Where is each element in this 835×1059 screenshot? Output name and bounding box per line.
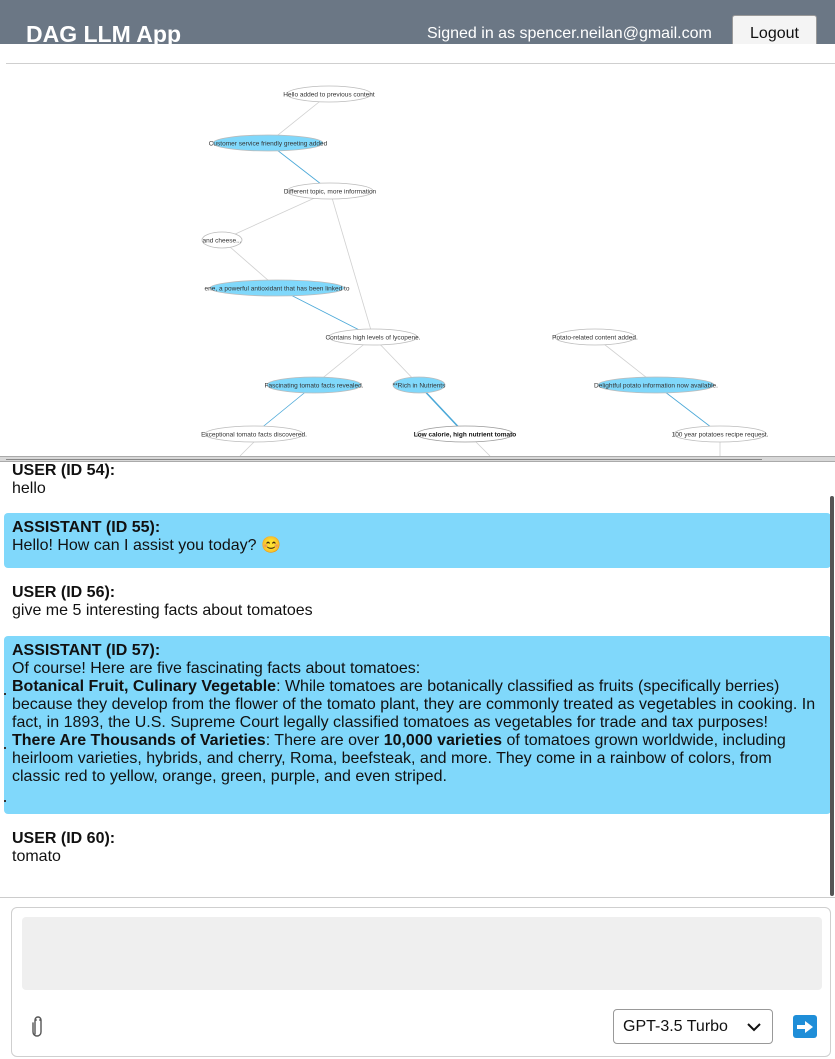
fact-item: There Are Thousands of Varieties: There …: [12, 732, 823, 786]
message-composer: GPT-3.5 Turbo: [11, 907, 831, 1057]
graph-node-label: Potato-related content added.: [552, 334, 638, 341]
message-input[interactable]: [22, 917, 822, 990]
graph-node-label: Fascinating tomato facts revealed.: [265, 382, 364, 389]
fact-body: : There are over: [265, 732, 384, 749]
arrow-right-icon: [797, 1020, 813, 1033]
chevron-down-icon: [747, 1023, 761, 1032]
graph-node-label: ene, a powerful antioxidant that has bee…: [205, 285, 350, 292]
message-content: Hello! How can I assist you today? 😊: [12, 537, 281, 554]
chat-divider: [0, 897, 835, 898]
message-assistant: ASSISTANT (ID 55): Hello! How can I assi…: [4, 513, 831, 568]
message-role: ASSISTANT (ID 57):: [12, 642, 161, 659]
graph-nodes: Hello added to previous content Customer …: [201, 85, 769, 443]
graph-node[interactable]: Customer service friendly greeting added: [209, 134, 328, 152]
list-marker: [4, 693, 6, 695]
message-role: USER (ID 54):: [12, 462, 116, 479]
graph-node[interactable]: Hello added to previous content: [283, 85, 375, 103]
graph-node[interactable]: 100 year potatoes recipe request.: [672, 425, 769, 443]
fact-title: Botanical Fruit, Culinary Vegetable: [12, 678, 277, 695]
graph-node[interactable]: Potato-related content added.: [552, 328, 638, 346]
graph-node[interactable]: Contains high levels of lycopene.: [325, 328, 421, 346]
graph-node[interactable]: and cheese...: [201, 231, 243, 249]
fact-item: Botanical Fruit, Culinary Vegetable: Whi…: [12, 678, 823, 732]
message-content: hello: [12, 480, 46, 497]
list-marker: [4, 800, 6, 802]
graph-node[interactable]: Exceptional tomato facts discovered.: [201, 425, 307, 443]
graph-node-label: Contains high levels of lycopene.: [325, 334, 420, 341]
message-content: tomato: [12, 848, 61, 865]
graph-edge: [329, 190, 374, 338]
model-select-value: GPT-3.5 Turbo: [623, 1017, 728, 1035]
paperclip-icon[interactable]: [29, 1014, 47, 1040]
graph-node[interactable]: Fascinating tomato facts revealed.: [265, 376, 364, 394]
graph-node-label: 100 year potatoes recipe request.: [672, 431, 769, 438]
splitter-grip[interactable]: [6, 459, 762, 460]
graph-node-label: Exceptional tomato facts discovered.: [201, 431, 307, 438]
message-user: USER (ID 54): hello: [4, 462, 831, 504]
dag-graph-panel[interactable]: Hello added to previous content Customer …: [0, 44, 835, 458]
graph-node-label: **Rich in Nutrients: [393, 382, 446, 389]
graph-node[interactable]: Delightful potato information now availa…: [594, 376, 718, 394]
message-intro: Of course! Here are five fascinating fac…: [12, 660, 421, 677]
fact-highlight: 10,000 varieties: [383, 732, 503, 749]
graph-node-label: and cheese...: [202, 237, 241, 244]
graph-node-label: Hello added to previous content: [283, 91, 375, 98]
model-select[interactable]: GPT-3.5 Turbo: [613, 1009, 773, 1044]
signed-in-text: Signed in as spencer.neilan@gmail.com: [427, 25, 712, 42]
graph-node-label: Customer service friendly greeting added: [209, 140, 328, 147]
fact-title: There Are Thousands of Varieties: [12, 732, 266, 749]
chat-scrollbar[interactable]: [830, 496, 834, 896]
graph-node[interactable]: Different topic, more information: [284, 182, 377, 200]
graph-node[interactable]: ene, a powerful antioxidant that has bee…: [205, 279, 350, 297]
chat-history[interactable]: USER (ID 54): hello ASSISTANT (ID 55): H…: [0, 462, 835, 898]
dag-graph[interactable]: Hello added to previous content Customer …: [0, 44, 835, 456]
message-role: USER (ID 56):: [12, 584, 116, 601]
message-content: give me 5 interesting facts about tomato…: [12, 602, 313, 619]
graph-node-label: Different topic, more information: [284, 188, 377, 195]
graph-node-label: Low calorie, high nutrient tomato: [414, 431, 517, 438]
message-user: USER (ID 60): tomato: [4, 824, 831, 872]
app-header: DAG LLM App Signed in as spencer.neilan@…: [0, 0, 835, 53]
message-role: USER (ID 60):: [12, 830, 116, 847]
send-button[interactable]: [793, 1015, 817, 1038]
graph-node[interactable]: **Rich in Nutrients: [392, 376, 446, 394]
graph-edge: [475, 441, 491, 456]
message-role: ASSISTANT (ID 55):: [12, 519, 161, 536]
message-user: USER (ID 56): give me 5 interesting fact…: [4, 578, 831, 626]
graph-node-label: Delightful potato information now availa…: [594, 382, 718, 389]
graph-node[interactable]: Low calorie, high nutrient tomato: [414, 425, 517, 443]
graph-edge: [239, 441, 255, 456]
message-assistant: ASSISTANT (ID 57): Of course! Here are f…: [4, 636, 831, 814]
list-marker: [4, 747, 6, 749]
